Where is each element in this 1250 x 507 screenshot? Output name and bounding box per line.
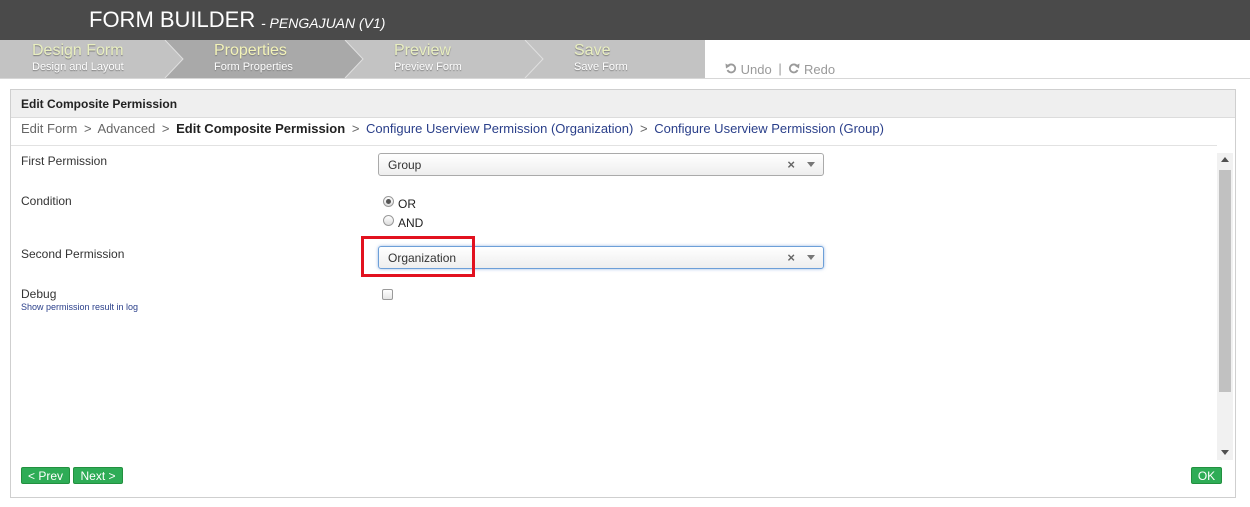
breadcrumb-separator: > — [83, 121, 92, 136]
condition-and-label: AND — [398, 216, 424, 230]
toolbar-divider — [0, 78, 1250, 79]
step-preview-subtitle: Preview Form — [394, 61, 462, 73]
undo-icon — [725, 63, 737, 73]
chevron-down-icon — [807, 255, 815, 260]
redo-button[interactable]: Redo — [788, 61, 836, 77]
next-button[interactable]: Next > — [73, 467, 123, 484]
step-save-title: Save — [574, 42, 611, 59]
scroll-down-icon[interactable] — [1221, 450, 1229, 455]
breadcrumb-configure-group[interactable]: Configure Userview Permission (Group) — [654, 121, 884, 136]
condition-and-radio[interactable] — [383, 215, 394, 226]
debug-label: Debug — [21, 287, 57, 301]
first-permission-select[interactable]: Group × — [378, 153, 824, 176]
breadcrumb-advanced[interactable]: Advanced — [97, 121, 155, 136]
step-properties-subtitle: Form Properties — [214, 61, 293, 73]
condition-or-radio[interactable] — [383, 196, 394, 207]
first-permission-value: Group — [388, 158, 422, 172]
step-save[interactable]: Save Save Form — [574, 40, 694, 78]
step-properties[interactable]: Properties Form Properties — [214, 40, 344, 78]
debug-checkbox[interactable] — [382, 289, 393, 300]
undo-redo-toolbar: Undo | Redo — [725, 60, 835, 77]
undo-label: Undo — [740, 61, 772, 77]
clear-icon[interactable]: × — [787, 157, 795, 172]
panel-title: Edit Composite Permission — [21, 97, 178, 111]
step-properties-title: Properties — [214, 42, 287, 59]
breadcrumb-edit-form[interactable]: Edit Form — [21, 121, 77, 136]
breadcrumb-separator: > — [351, 121, 360, 136]
prev-button[interactable]: < Prev — [21, 467, 70, 484]
breadcrumb-edit-composite-permission: Edit Composite Permission — [176, 121, 346, 136]
step-save-subtitle: Save Form — [574, 61, 628, 73]
first-permission-label: First Permission — [21, 154, 108, 168]
builder-subtitle: - PENGAJUAN (V1) — [261, 15, 386, 31]
breadcrumb-configure-organization[interactable]: Configure Userview Permission (Organizat… — [366, 121, 633, 136]
panel-header: Edit Composite Permission — [11, 90, 1235, 118]
breadcrumb-separator: > — [161, 121, 170, 136]
condition-label: Condition — [21, 194, 72, 208]
redo-icon — [789, 63, 800, 73]
undo-button[interactable]: Undo — [725, 61, 775, 77]
chevron-down-icon — [807, 162, 815, 167]
highlight-box — [361, 236, 475, 277]
debug-hint: Show permission result in log — [21, 302, 139, 312]
step-design-form[interactable]: Design Form Design and Layout — [32, 40, 162, 78]
clear-icon[interactable]: × — [787, 250, 795, 265]
condition-or-label: OR — [398, 197, 416, 211]
form-content — [11, 145, 1217, 461]
step-preview[interactable]: Preview Preview Form — [394, 40, 524, 78]
step-preview-title: Preview — [394, 42, 451, 59]
breadcrumb: Edit Form > Advanced > Edit Composite Pe… — [21, 121, 884, 136]
ok-button[interactable]: OK — [1191, 467, 1222, 484]
breadcrumb-separator: > — [639, 121, 648, 136]
scroll-thumb[interactable] — [1219, 170, 1231, 392]
scroll-up-icon[interactable] — [1221, 157, 1229, 162]
second-permission-label: Second Permission — [21, 247, 125, 261]
builder-title: FORM BUILDER — [89, 7, 256, 32]
undo-redo-separator: | — [778, 61, 782, 77]
step-design-form-subtitle: Design and Layout — [32, 61, 124, 73]
step-design-form-title: Design Form — [32, 42, 124, 59]
redo-label: Redo — [803, 61, 836, 77]
form-scrollbar[interactable] — [1217, 153, 1233, 460]
